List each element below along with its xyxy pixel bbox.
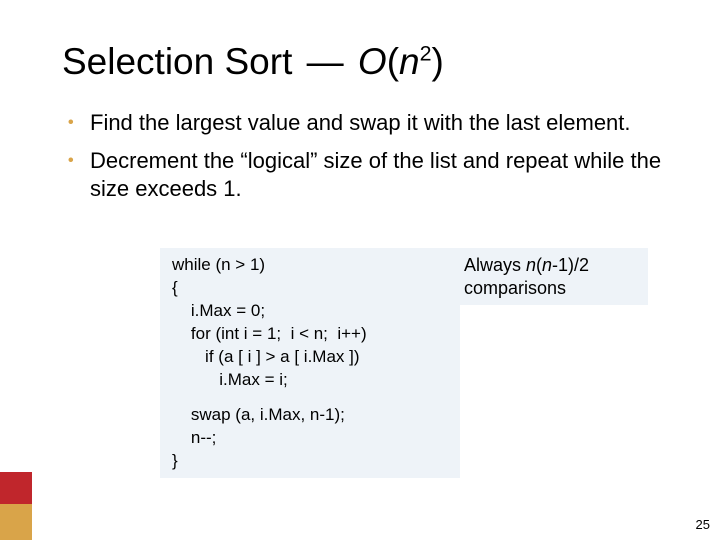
note-rest: -1)/2 bbox=[552, 255, 589, 275]
page-number: 25 bbox=[696, 517, 710, 532]
code-line: { bbox=[172, 277, 450, 300]
code-blank-line bbox=[172, 392, 450, 404]
bigo-n: n bbox=[399, 41, 420, 82]
accent-bar bbox=[0, 472, 32, 540]
note-suffix: comparisons bbox=[464, 278, 566, 298]
code-line: } bbox=[172, 450, 450, 473]
bullet-text: Decrement the “logical” size of the list… bbox=[90, 148, 661, 201]
bullet-item: Find the largest value and swap it with … bbox=[62, 109, 690, 137]
note-prefix: Always bbox=[464, 255, 526, 275]
slide-title: Selection Sort — O(n2) bbox=[62, 42, 690, 83]
code-line: swap (a, i.Max, n-1); bbox=[172, 404, 450, 427]
bullet-list: Find the largest value and swap it with … bbox=[62, 109, 690, 203]
bullet-item: Decrement the “logical” size of the list… bbox=[62, 147, 690, 203]
code-line: for (int i = 1; i < n; i++) bbox=[172, 323, 450, 346]
bigo-close: ) bbox=[432, 41, 444, 82]
slide-content: Selection Sort — O(n2) Find the largest … bbox=[62, 42, 690, 213]
code-line: i.Max = 0; bbox=[172, 300, 450, 323]
code-line: i.Max = i; bbox=[172, 369, 450, 392]
title-name: Selection Sort bbox=[62, 41, 292, 82]
note-n1: n bbox=[526, 255, 536, 275]
title-separator: — bbox=[303, 41, 348, 82]
bigo-open: ( bbox=[387, 41, 399, 82]
note-n2: n bbox=[542, 255, 552, 275]
complexity-note: Always n(n-1)/2 comparisons bbox=[456, 248, 648, 305]
bullet-text: Find the largest value and swap it with … bbox=[90, 110, 631, 135]
bigo-o: O bbox=[358, 41, 387, 82]
bigo-exponent: 2 bbox=[420, 42, 432, 66]
code-line: n--; bbox=[172, 427, 450, 450]
accent-red bbox=[0, 472, 32, 504]
code-block: while (n > 1) { i.Max = 0; for (int i = … bbox=[160, 248, 460, 478]
code-line: if (a [ i ] > a [ i.Max ]) bbox=[172, 346, 450, 369]
code-line: while (n > 1) bbox=[172, 254, 450, 277]
accent-gold bbox=[0, 504, 32, 540]
